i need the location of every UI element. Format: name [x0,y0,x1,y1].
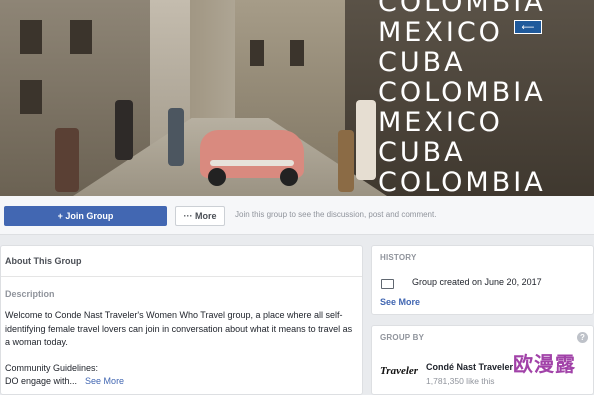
guidelines-preview-row: DO engage with... See More [5,376,124,386]
join-group-button[interactable]: + Join Group [4,206,167,226]
cover-word: COLOMBIA [378,167,546,197]
car-wheel [280,168,298,186]
guidelines-heading: Community Guidelines: [5,363,99,373]
guidelines-preview: DO engage with... [5,376,78,386]
cover-word: COLOMBIA [378,0,546,18]
watermark: 欧漫露 [513,352,576,376]
group-created-text: Group created on June 20, 2017 [412,277,542,287]
tag-icon [381,279,394,289]
logo-text: Traveler [380,365,419,377]
about-title: About This Group [1,246,362,277]
history-see-more-link[interactable]: See More [380,297,420,307]
description-heading: Description [5,289,55,299]
cover-overlay-text: COLOMBIA MEXICO CUBA COLOMBIA MEXICO CUB… [378,0,546,196]
about-see-more-link[interactable]: See More [85,376,124,386]
group-description: Welcome to Conde Nast Traveler's Women W… [5,310,353,347]
window [20,80,42,114]
window [250,40,264,66]
join-note: Join this group to see the discussion, p… [235,210,437,219]
group-action-bar: + Join Group ··· More Join this group to… [0,196,594,235]
owner-likes: 1,781,350 like this [426,376,495,386]
cover-word: CUBA [378,47,466,78]
pedestrian [338,130,354,192]
group-by-title: GROUP BY [380,333,425,342]
window [20,20,42,54]
window [290,40,304,66]
pedestrian [55,128,79,192]
car-wheel [208,168,226,186]
pedestrian [115,100,133,160]
cover-word: COLOMBIA [378,77,546,108]
pedestrian [356,100,376,180]
more-button[interactable]: ··· More [175,206,225,226]
owner-name-link[interactable]: Condé Nast Traveler [426,362,513,372]
history-card: HISTORY Group created on June 20, 2017 S… [371,245,594,315]
history-title: HISTORY [380,253,417,262]
cover-word: CUBA [378,137,466,168]
window [70,20,92,54]
cover-word: MEXICO [378,17,503,48]
cover-photo: ⟵ COLOMBIA MEXICO CUBA COLOMBIA MEXICO C… [0,0,594,196]
pedestrian [168,108,184,166]
cover-word: MEXICO [378,107,503,138]
about-card: About This Group Description Welcome to … [0,245,363,395]
traveler-logo[interactable]: Traveler [380,366,420,388]
help-icon[interactable]: ? [577,332,588,343]
